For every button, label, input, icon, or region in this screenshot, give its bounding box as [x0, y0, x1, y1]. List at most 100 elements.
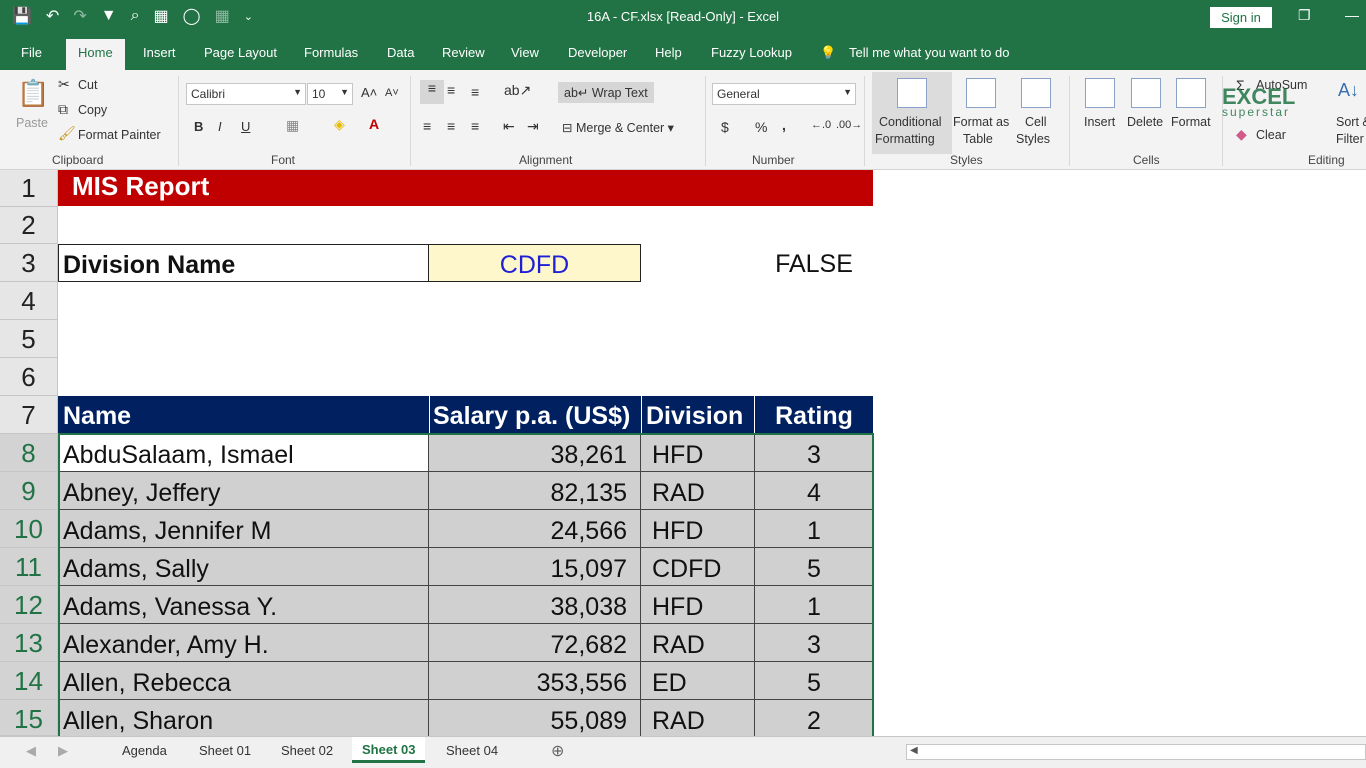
tab-review[interactable]: Review: [442, 45, 485, 60]
tab-page-layout[interactable]: Page Layout: [204, 45, 277, 60]
flag-cell[interactable]: FALSE: [755, 244, 873, 282]
division-input[interactable]: CDFD: [428, 244, 641, 282]
number-format-select[interactable]: General ▼: [712, 83, 856, 105]
paste-button[interactable]: Paste: [16, 116, 48, 130]
conditional-formatting-label-2[interactable]: Formatting: [875, 132, 935, 146]
tab-fuzzy-lookup[interactable]: Fuzzy Lookup: [711, 45, 792, 60]
align-right-icon[interactable]: ≡: [471, 118, 479, 134]
conditional-formatting-label-1[interactable]: Conditional: [879, 115, 942, 129]
header-salary[interactable]: Salary p.a. (US$): [433, 396, 630, 433]
tab-developer[interactable]: Developer: [568, 45, 627, 60]
division-name-label[interactable]: Division Name: [58, 244, 429, 282]
next-sheet-icon[interactable]: ▶: [58, 743, 68, 759]
underline-button[interactable]: U: [241, 119, 250, 134]
horizontal-scrollbar[interactable]: ◀: [906, 744, 1366, 760]
paste-icon[interactable]: 📋: [17, 78, 49, 109]
sheet-tab-sheet-04[interactable]: Sheet 04: [446, 743, 498, 758]
merge-center-button[interactable]: ⊟ Merge & Center ▾: [562, 120, 674, 135]
sort-filter-label-1[interactable]: Sort &: [1336, 115, 1366, 129]
decrease-font-icon[interactable]: A˅: [385, 87, 399, 99]
tab-formulas[interactable]: Formulas: [304, 45, 358, 60]
sheet-tab-agenda[interactable]: Agenda: [122, 743, 167, 758]
row-header[interactable]: 1: [0, 170, 58, 207]
tab-insert[interactable]: Insert: [143, 45, 176, 60]
increase-decimal-icon[interactable]: ←.0: [811, 119, 831, 131]
row-header[interactable]: 6: [0, 358, 58, 396]
currency-button[interactable]: $: [721, 119, 729, 135]
insert-cells-icon[interactable]: [1085, 78, 1115, 108]
insert-cells-button[interactable]: Insert: [1084, 115, 1115, 129]
middle-align-icon[interactable]: ≡: [447, 82, 455, 98]
scroll-left-icon[interactable]: ◀: [910, 745, 918, 756]
prev-sheet-icon[interactable]: ◀: [26, 743, 36, 759]
sort-filter-label-2[interactable]: Filter: [1336, 132, 1364, 146]
format-as-table-label-1[interactable]: Format as: [953, 115, 1009, 129]
tab-view[interactable]: View: [511, 45, 539, 60]
sign-in-button[interactable]: Sign in: [1210, 7, 1272, 28]
row-header[interactable]: 11: [0, 548, 58, 586]
align-center-icon[interactable]: ≡: [447, 118, 455, 134]
bold-button[interactable]: B: [194, 119, 203, 134]
cell-styles-label-1[interactable]: Cell: [1025, 115, 1047, 129]
row-header[interactable]: 2: [0, 207, 58, 244]
orientation-icon[interactable]: ab↗: [504, 82, 531, 99]
row-header[interactable]: 7: [0, 396, 58, 434]
format-cells-button[interactable]: Format: [1171, 115, 1211, 129]
font-name-select[interactable]: Calibri ▼: [186, 83, 306, 105]
clear-icon[interactable]: ◆: [1236, 126, 1247, 143]
header-rating[interactable]: Rating: [755, 396, 873, 433]
fill-color-icon[interactable]: ◈: [334, 116, 345, 133]
row-header[interactable]: 5: [0, 320, 58, 358]
italic-button[interactable]: I: [218, 119, 222, 134]
tab-file[interactable]: File: [21, 45, 42, 60]
row-header[interactable]: 10: [0, 510, 58, 548]
clear-button[interactable]: Clear: [1256, 128, 1286, 142]
font-size-select[interactable]: 10 ▼: [307, 83, 353, 105]
format-cells-icon[interactable]: [1176, 78, 1206, 108]
cell-styles-icon[interactable]: [1021, 78, 1051, 108]
row-header[interactable]: 13: [0, 624, 58, 662]
delete-cells-icon[interactable]: [1131, 78, 1161, 108]
format-as-table-icon[interactable]: [966, 78, 996, 108]
increase-indent-icon[interactable]: ⇥: [527, 118, 539, 135]
row-header[interactable]: 14: [0, 662, 58, 700]
comma-button[interactable]: ,: [782, 117, 786, 133]
conditional-formatting-icon[interactable]: [897, 78, 927, 108]
borders-icon[interactable]: ▦: [286, 117, 299, 134]
format-as-table-label-2[interactable]: Table: [963, 132, 993, 146]
cut-icon[interactable]: ✂: [58, 76, 70, 93]
cell-styles-label-2[interactable]: Styles: [1016, 132, 1050, 146]
wrap-text-button[interactable]: ab↵ Wrap Text: [558, 82, 654, 103]
sheet-tab-sheet-01[interactable]: Sheet 01: [199, 743, 251, 758]
font-color-icon[interactable]: A: [369, 116, 379, 132]
tab-help[interactable]: Help: [655, 45, 682, 60]
increase-font-icon[interactable]: A˄: [361, 85, 377, 100]
sheet-tab-sheet-03[interactable]: Sheet 03: [352, 737, 426, 763]
tell-me-search[interactable]: Tell me what you want to do: [849, 45, 1009, 60]
sort-filter-icon[interactable]: A↓: [1338, 80, 1359, 101]
decrease-indent-icon[interactable]: ⇤: [503, 118, 515, 135]
minimize-icon[interactable]: —: [1345, 7, 1359, 23]
row-header[interactable]: 4: [0, 282, 58, 320]
tab-home[interactable]: Home: [66, 39, 125, 70]
copy-button[interactable]: Copy: [78, 103, 107, 117]
format-painter-icon[interactable]: 🖌: [58, 125, 76, 142]
bottom-align-icon[interactable]: ≡: [471, 84, 479, 100]
ribbon-display-icon[interactable]: ❐: [1298, 7, 1311, 24]
align-left-icon[interactable]: ≡: [423, 118, 431, 134]
header-name[interactable]: Name: [63, 396, 131, 433]
tab-data[interactable]: Data: [387, 45, 414, 60]
sheet-tab-sheet-02[interactable]: Sheet 02: [281, 743, 333, 758]
percent-button[interactable]: %: [755, 119, 767, 135]
row-header[interactable]: 15: [0, 700, 58, 736]
row-header[interactable]: 9: [0, 472, 58, 510]
row-header[interactable]: 12: [0, 586, 58, 624]
delete-cells-button[interactable]: Delete: [1127, 115, 1163, 129]
row-header[interactable]: 8: [0, 434, 58, 472]
format-painter-button[interactable]: Format Painter: [78, 128, 161, 142]
new-sheet-icon[interactable]: ⊕: [551, 741, 564, 761]
cut-button[interactable]: Cut: [78, 78, 97, 92]
copy-icon[interactable]: ⧉: [58, 101, 68, 118]
decrease-decimal-icon[interactable]: .00→: [836, 119, 862, 131]
top-align-icon[interactable]: ≡: [420, 80, 444, 104]
